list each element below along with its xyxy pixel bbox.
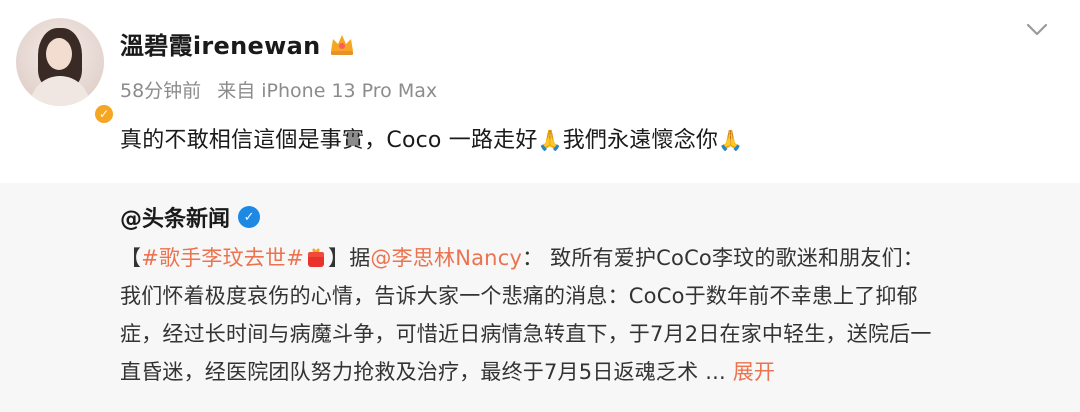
username[interactable]: 溫碧霞irenewan bbox=[120, 26, 320, 61]
verified-gold-icon: ✓ bbox=[92, 102, 116, 126]
repost-line-4-text: 直昏迷，经医院团队努力抢救及治疗，最终于7月5日返魂乏术 bbox=[120, 360, 699, 384]
repost-line-3: 症，经过长时间与病魔斗争，可惜近日病情急转直下，于7月2日在家中轻生，送院后一 bbox=[120, 322, 932, 346]
repost-line-1-rest: ： 致所有爱护CoCo李玟的歌迷和朋友们： bbox=[522, 246, 924, 270]
post-text-part2: 我們永遠懷念你 bbox=[562, 128, 719, 153]
repost-line-1: 【#歌手李玟去世# 】据@李思林Nancy： 致所有爱护CoCo李玟的歌迷和朋友们… bbox=[120, 239, 1050, 277]
author-row: 溫碧霞irenewan bbox=[120, 26, 356, 61]
repost-line-2: 我们怀着极度哀伤的心情，告诉大家一个悲痛的消息：CoCo于数年前不幸患上了抑郁 bbox=[120, 284, 918, 308]
weibo-post: ✓ 溫碧霞irenewan 58分钟前 来自 iPhone 13 Pro Max… bbox=[0, 0, 1080, 180]
gift-icon bbox=[308, 248, 324, 267]
ellipsis: ... bbox=[698, 360, 726, 384]
pray-emoji-icon: 🙏 bbox=[718, 128, 744, 152]
repost-text: 【#歌手李玟去世# 】据@李思林Nancy： 致所有爱护CoCo李玟的歌迷和朋友们… bbox=[120, 239, 1050, 391]
post-text: 真的不敢相信這個是事實，Coco 一路走好🙏我們永遠懷念你🙏 bbox=[120, 122, 743, 154]
crown-icon[interactable] bbox=[328, 31, 356, 57]
expand-link[interactable]: 展开 bbox=[733, 360, 775, 384]
according-text: 据 bbox=[349, 246, 371, 270]
avatar-image bbox=[16, 18, 104, 106]
hashtag-link[interactable]: #歌手李玟去世# bbox=[141, 246, 304, 270]
avatar[interactable]: ✓ bbox=[16, 18, 116, 126]
mention-link[interactable]: @李思林Nancy bbox=[370, 246, 522, 270]
repost-author-row: @头条新闻 ✓ bbox=[120, 201, 261, 233]
repost-line-4: 直昏迷，经医院团队努力抢救及治疗，最终于7月5日返魂乏术 ... 展开 bbox=[120, 353, 1050, 391]
post-source: 来自 iPhone 13 Pro Max bbox=[217, 80, 438, 102]
post-time[interactable]: 58分钟前 bbox=[120, 80, 201, 102]
chevron-down-icon[interactable] bbox=[1024, 18, 1050, 40]
repost-author[interactable]: @头条新闻 bbox=[120, 201, 230, 233]
post-text-part1: 真的不敢相信這個是事實，Coco 一路走好 bbox=[120, 128, 538, 153]
bracket-open: 【 bbox=[120, 246, 142, 270]
post-meta: 58分钟前 来自 iPhone 13 Pro Max bbox=[120, 76, 447, 103]
verified-blue-icon: ✓ bbox=[238, 206, 261, 228]
pray-emoji-icon: 🙏 bbox=[537, 128, 563, 152]
bracket-close: 】 bbox=[328, 246, 350, 270]
reposted-content[interactable]: @头条新闻 ✓ 【#歌手李玟去世# 】据@李思林Nancy： 致所有爱护CoCo李… bbox=[0, 183, 1080, 412]
